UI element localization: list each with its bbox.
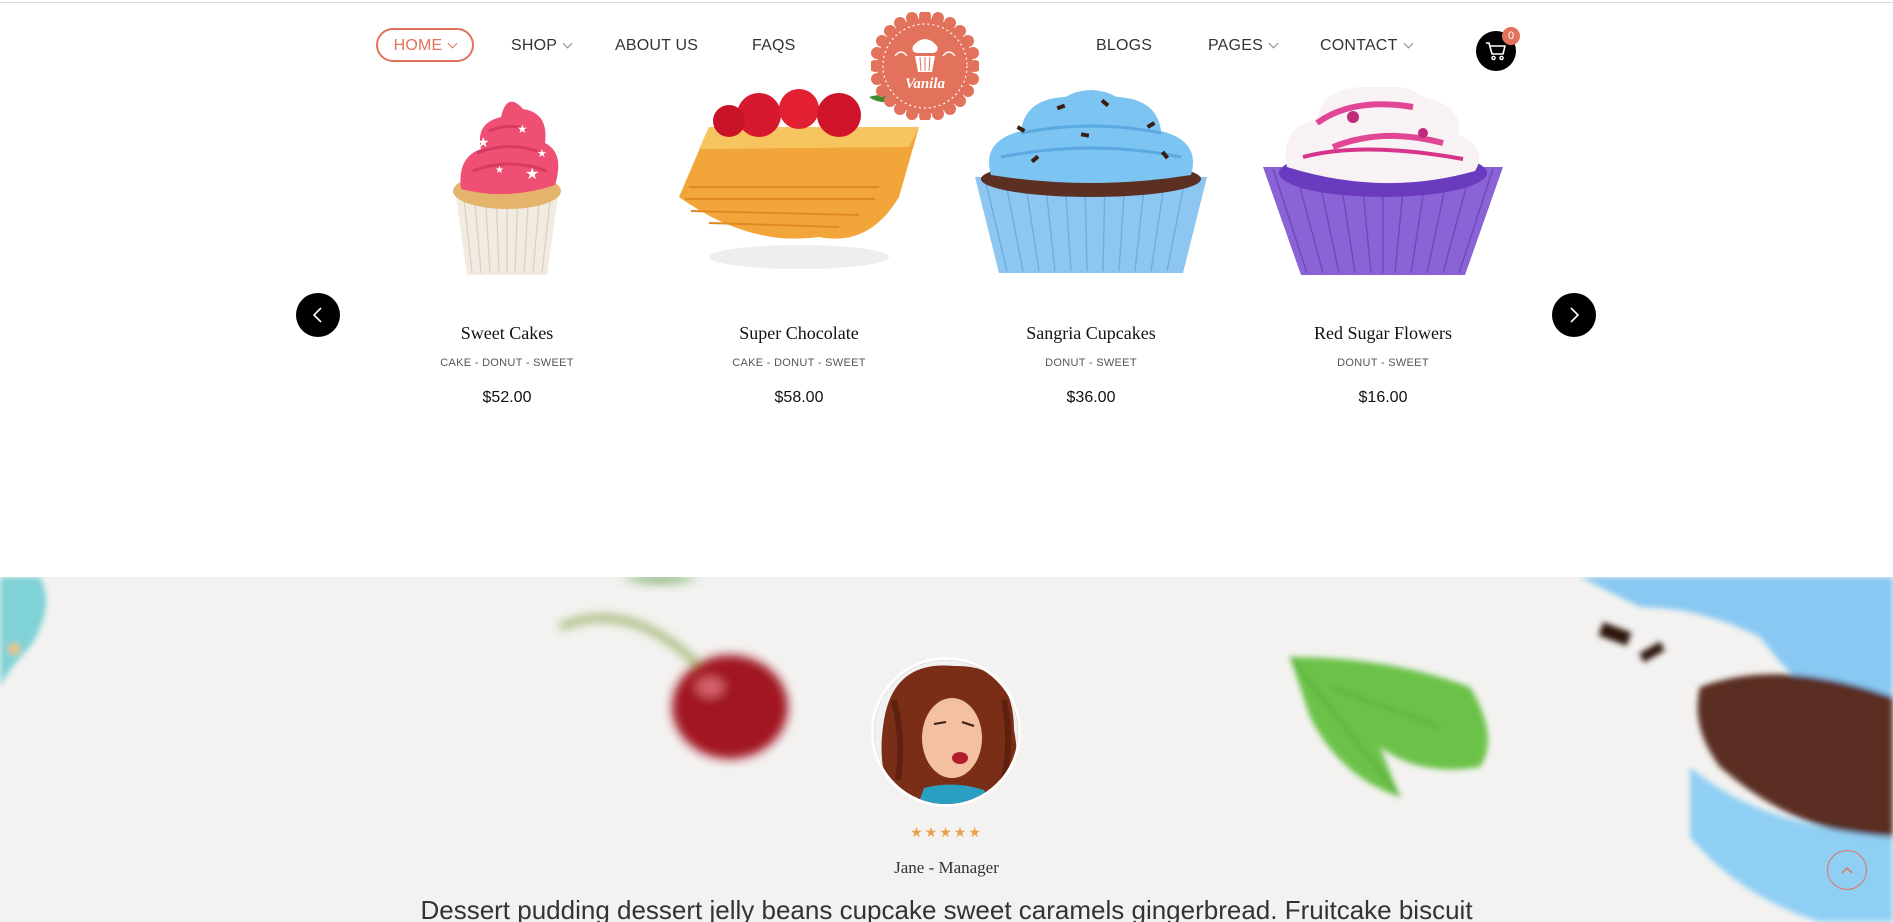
product-tags: DONUT - SWEET <box>1337 357 1429 369</box>
chevron-down-icon <box>1268 38 1279 49</box>
site-logo[interactable]: Vanila <box>869 10 981 122</box>
product-image-pink-cupcake[interactable]: ★ ★ ★ ★ ★ <box>377 87 637 287</box>
product-price: $16.00 <box>1358 389 1408 406</box>
scroll-to-top-button[interactable] <box>1827 850 1867 890</box>
avatar-image <box>874 660 1018 804</box>
nav-shop-label: SHOP <box>511 37 558 54</box>
nav-about-us[interactable]: ABOUT US <box>615 37 698 55</box>
product-name[interactable]: Super Chocolate <box>669 323 929 344</box>
testimonial-author: Jane - Manager <box>894 858 999 877</box>
testimonial-section: ★★★★★ Jane - Manager Dessert pudding des… <box>0 577 1893 922</box>
logo-text: Vanila <box>904 76 946 92</box>
chevron-left-icon <box>312 307 322 323</box>
nav-shop[interactable]: SHOP <box>511 37 573 55</box>
product-price: $58.00 <box>774 389 824 406</box>
nav-contact-label: CONTACT <box>1320 37 1398 54</box>
svg-text:★: ★ <box>537 148 547 160</box>
product-card[interactable]: Red Sugar Flowers DONUT - SWEET $16.00 <box>1253 85 1513 406</box>
product-image-purple-cupcake[interactable] <box>1253 85 1513 287</box>
nav-faqs[interactable]: FAQS <box>752 37 795 55</box>
svg-text:★: ★ <box>517 122 528 136</box>
product-tags: CAKE - DONUT - SWEET <box>732 357 866 369</box>
nav-blogs-label: BLOGS <box>1096 37 1153 54</box>
testimonial-avatar <box>871 657 1021 807</box>
chevron-up-icon <box>1841 866 1853 874</box>
product-card[interactable]: Sangria Cupcakes DONUT - SWEET $36.00 <box>961 87 1221 406</box>
nav-pages-label: PAGES <box>1208 37 1263 54</box>
product-price: $52.00 <box>482 389 532 406</box>
carousel-prev-button[interactable] <box>296 293 340 337</box>
rating-stars: ★★★★★ <box>910 824 983 840</box>
nav-faqs-label: FAQS <box>752 37 796 54</box>
cart-icon <box>1486 42 1506 61</box>
nav-blogs[interactable]: BLOGS <box>1096 37 1152 55</box>
chevron-down-icon <box>1403 38 1413 49</box>
cart-count-badge: 0 <box>1502 27 1520 45</box>
nav-home-label: HOME <box>393 36 443 54</box>
testimonial-quote: Dessert pudding dessert jelly beans cupc… <box>420 895 1473 922</box>
product-image-blue-cupcake[interactable] <box>961 87 1221 287</box>
product-tags: CAKE - DONUT - SWEET <box>440 357 574 369</box>
product-name[interactable]: Sweet Cakes <box>377 323 637 344</box>
svg-text:★: ★ <box>477 134 490 150</box>
product-carousel: ★ ★ ★ ★ ★ Sweet Cakes CAKE - DONUT - SWE… <box>0 85 1893 577</box>
nav-contact[interactable]: CONTACT <box>1320 37 1413 55</box>
product-tags: DONUT - SWEET <box>1045 357 1137 369</box>
chevron-right-icon <box>1570 307 1580 323</box>
product-card[interactable]: ★ ★ ★ ★ ★ Sweet Cakes CAKE - DONUT - SWE… <box>377 87 637 406</box>
chevron-down-icon <box>447 38 458 48</box>
nav-about-label: ABOUT US <box>615 37 699 54</box>
product-price: $36.00 <box>1066 389 1116 406</box>
logo-badge-icon <box>869 10 981 122</box>
nav-pages[interactable]: PAGES <box>1208 37 1279 55</box>
carousel-next-button[interactable] <box>1552 293 1596 337</box>
svg-text:★: ★ <box>495 165 504 176</box>
svg-text:★: ★ <box>525 166 539 183</box>
chevron-down-icon <box>562 38 573 49</box>
product-name[interactable]: Red Sugar Flowers <box>1253 323 1513 344</box>
product-name[interactable]: Sangria Cupcakes <box>961 323 1221 344</box>
nav-home[interactable]: HOME <box>376 28 474 62</box>
